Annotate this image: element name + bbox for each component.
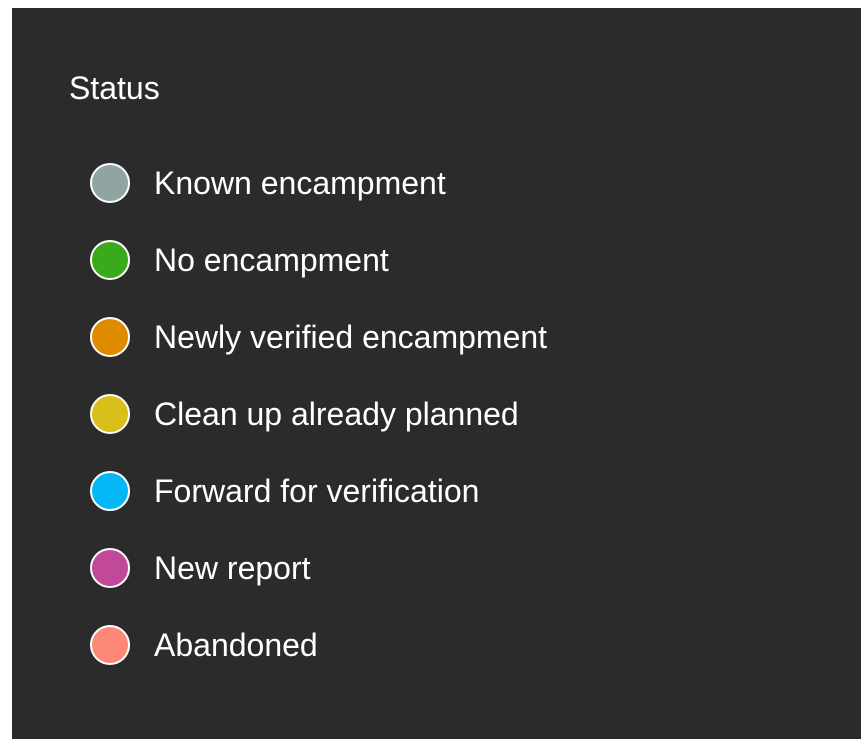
abandoned-circle-icon — [90, 624, 130, 665]
legend-item-label: Newly verified encampment — [154, 318, 548, 355]
legend-item-label: Abandoned — [154, 626, 318, 663]
no-encampment-circle-icon — [90, 239, 130, 280]
known-encampment-circle-icon — [90, 162, 130, 203]
legend-item-known-encampment: Known encampment — [90, 144, 547, 221]
legend-item-no-encampment: No encampment — [90, 221, 547, 298]
legend-item-clean-up-already-planned: Clean up already planned — [90, 375, 547, 452]
legend-item-label: New report — [154, 549, 311, 586]
forward-for-verification-circle-icon — [90, 470, 130, 511]
legend-item-label: Forward for verification — [154, 472, 480, 509]
new-report-circle-icon — [90, 547, 130, 588]
legend-item-newly-verified-encampment: Newly verified encampment — [90, 298, 547, 375]
legend-item-new-report: New report — [90, 529, 547, 606]
legend-item-label: Known encampment — [154, 164, 446, 201]
legend-item-forward-for-verification: Forward for verification — [90, 452, 547, 529]
legend-title: Status — [69, 70, 160, 106]
legend-panel: Status Known encampment No encampment Ne… — [12, 8, 861, 739]
clean-up-already-planned-circle-icon — [90, 393, 130, 434]
legend-item-label: No encampment — [154, 241, 389, 278]
legend-list: Known encampment No encampment Newly ver… — [90, 144, 547, 683]
legend-item-label: Clean up already planned — [154, 395, 519, 432]
legend-item-abandoned: Abandoned — [90, 606, 547, 683]
newly-verified-encampment-circle-icon — [90, 316, 130, 357]
